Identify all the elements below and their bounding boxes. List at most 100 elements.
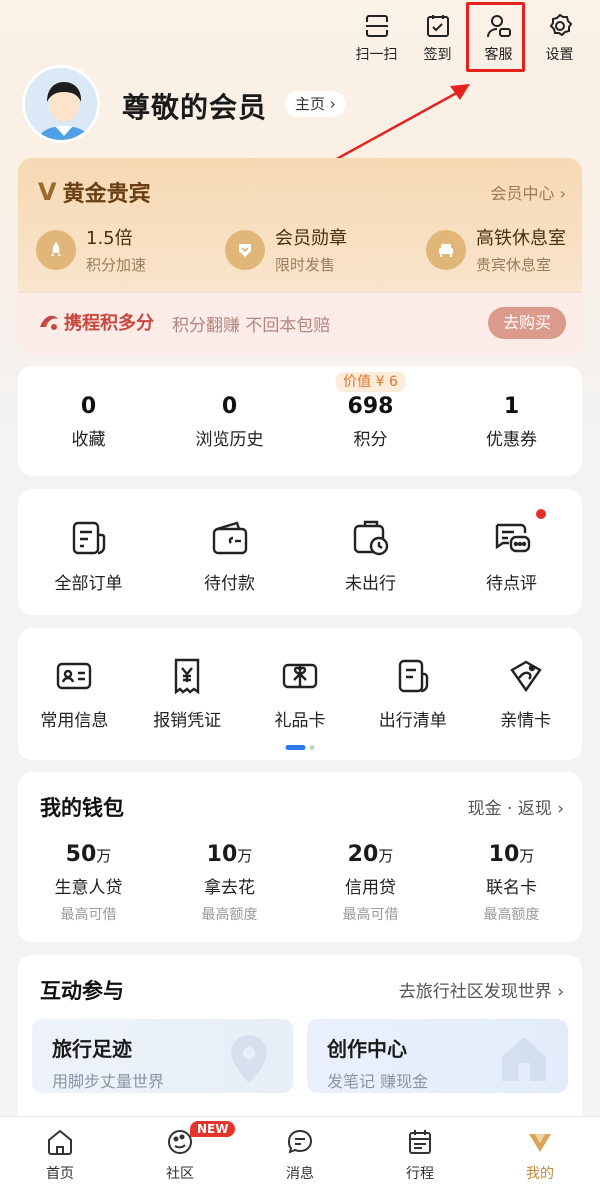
stat-points[interactable]: 价值 ¥ 6 698 积分: [300, 366, 441, 476]
stat-favorites[interactable]: 0 收藏: [18, 366, 159, 476]
perk-subtitle: 积分加速: [86, 256, 147, 274]
promo-brand: 携程积多分: [64, 313, 154, 334]
wallet-title: 我的钱包: [40, 796, 124, 820]
wallet-item-credit-loan[interactable]: 20万 信用贷 最高可借: [300, 842, 441, 924]
reimbursement-button[interactable]: 报销凭证: [131, 656, 244, 731]
wallet-desc: 最高可借: [342, 907, 399, 923]
wallet-item-naquhua[interactable]: 10万 拿去花 最高额度: [159, 842, 300, 924]
membership-level: V 黄金贵宾: [38, 176, 151, 208]
upcoming-trips-button[interactable]: 未出行: [300, 489, 441, 615]
settings-label: 设置: [545, 47, 574, 63]
pending-payment-button[interactable]: 待付款: [159, 489, 300, 615]
creator-center-card[interactable]: 创作中心 发笔记 赚现金: [307, 1019, 568, 1093]
perk-medal[interactable]: 会员勋章 限时发售: [225, 224, 347, 275]
points-value-badge: 价值 ¥ 6: [335, 372, 406, 392]
wallet-name: 联名卡: [486, 878, 537, 898]
homepage-button[interactable]: 主页 ›: [285, 91, 346, 117]
wallet-amount-value: 10: [206, 842, 238, 867]
settings-button[interactable]: 设置: [529, 8, 590, 68]
notification-dot: [536, 509, 546, 519]
tool-label: 亲情卡: [500, 711, 552, 731]
orders-card: 全部订单 待付款 未出行 待点评: [18, 489, 582, 615]
home-icon: [48, 1129, 72, 1155]
calendar-check-icon: [426, 15, 449, 37]
interact-cards: 旅行足迹 用脚步丈量世界 创作中心 发笔记 赚现金: [32, 1019, 568, 1093]
page-indicator-dot: [309, 745, 315, 750]
wallet-name: 信用贷: [345, 878, 396, 898]
family-card-button[interactable]: 亲情卡: [469, 656, 582, 731]
checkin-label: 签到: [423, 47, 452, 63]
buy-button[interactable]: 去购买: [488, 307, 566, 339]
interact-title: 互动参与: [40, 979, 124, 1003]
stat-value: 1: [503, 394, 520, 419]
perk-title: 高铁休息室: [475, 228, 566, 249]
promo-slogan: 积分翻赚 不回本包赔: [172, 316, 331, 336]
wallet-name: 拿去花: [204, 878, 255, 898]
customer-service-button[interactable]: 客服: [468, 8, 529, 68]
stat-label: 积分: [353, 430, 388, 450]
stat-label: 优惠券: [486, 430, 537, 450]
tab-mine[interactable]: 我的: [480, 1117, 600, 1188]
tool-label: 常用信息: [40, 711, 109, 731]
wallet-amount-unit: 万: [237, 847, 253, 865]
membership-card[interactable]: V 黄金贵宾 会员中心 › 1.5倍 积分加速 会员勋章 限时发售 高铁休息室 …: [18, 158, 582, 354]
gift-card-button[interactable]: 礼品卡: [244, 656, 357, 731]
wallet-amount-value: 50: [65, 842, 97, 867]
username: 尊敬的会员: [122, 91, 268, 124]
tab-label: 社区: [166, 1166, 194, 1182]
tab-community[interactable]: 社区 NEW: [120, 1117, 240, 1188]
interact-card: 互动参与 去旅行社区发现世界 › 旅行足迹 用脚步丈量世界 创作中心 发笔记 赚…: [18, 955, 582, 1135]
community-link[interactable]: 去旅行社区发现世界 ›: [399, 977, 564, 1002]
common-info-button[interactable]: 常用信息: [18, 656, 131, 731]
member-center-link[interactable]: 会员中心 ›: [491, 180, 567, 204]
stat-label: 收藏: [71, 430, 106, 450]
luggage-clock-icon: [353, 520, 388, 556]
customer-service-label: 客服: [484, 47, 513, 63]
itinerary-icon: [409, 1130, 431, 1154]
order-label: 全部订单: [54, 574, 123, 594]
ctrip-logo-icon: [40, 315, 58, 330]
stat-history[interactable]: 0 浏览历史: [159, 366, 300, 476]
receipt-icon: [174, 658, 200, 695]
perk-lounge[interactable]: 高铁休息室 贵宾休息室: [425, 224, 566, 275]
order-label: 待点评: [486, 574, 537, 594]
pending-review-button[interactable]: 待点评: [441, 489, 582, 615]
membership-level-label: 黄金贵宾: [62, 182, 151, 207]
travel-checklist-button[interactable]: 出行清单: [356, 656, 469, 731]
wallet-item-cobrand-card[interactable]: 10万 联名卡 最高额度: [441, 842, 582, 924]
tab-messages[interactable]: 消息: [240, 1117, 360, 1188]
scan-button[interactable]: 扫一扫: [346, 8, 407, 68]
wallet-desc: 最高可借: [60, 907, 117, 923]
tab-home[interactable]: 首页: [0, 1117, 120, 1188]
top-action-bar: 扫一扫 签到 客服 设置: [346, 8, 590, 68]
page-indicator-active: [285, 745, 306, 750]
page-indicator: [285, 745, 315, 750]
rocket-icon: [36, 229, 76, 270]
wallet-name: 生意人贷: [54, 878, 123, 898]
wallet-amount: 50万: [18, 842, 159, 867]
wallet-amount-value: 20: [347, 842, 379, 867]
wallet-amount-value: 10: [488, 842, 520, 867]
checkin-button[interactable]: 签到: [407, 8, 468, 68]
wallet-amount: 10万: [159, 842, 300, 867]
perk-points-boost[interactable]: 1.5倍 积分加速: [36, 224, 146, 275]
cash-rebate-link[interactable]: 现金 · 返现 ›: [468, 794, 564, 819]
id-card-icon: [57, 662, 92, 690]
order-list-icon: [72, 521, 105, 555]
avatar[interactable]: [22, 65, 100, 143]
stat-label: 浏览历史: [195, 430, 264, 450]
bottom-tab-bar: 首页 社区 NEW 消息 行程 我的: [0, 1116, 600, 1188]
stat-coupons[interactable]: 1 优惠券: [441, 366, 582, 476]
order-label: 待付款: [204, 574, 255, 594]
wallet-icon: [212, 521, 247, 555]
wallet-amount: 10万: [441, 842, 582, 867]
gift-card-icon: [282, 663, 318, 689]
wallet-item-business-loan[interactable]: 50万 生意人贷 最高可借: [18, 842, 159, 924]
points-promo-bar[interactable]: 携程积多分 积分翻赚 不回本包赔 去购买: [18, 292, 582, 354]
all-orders-button[interactable]: 全部订单: [18, 489, 159, 615]
map-pin-icon: [231, 1035, 267, 1083]
perk-subtitle: 限时发售: [275, 256, 336, 274]
tab-itinerary[interactable]: 行程: [360, 1117, 480, 1188]
new-badge: NEW: [190, 1121, 236, 1137]
travel-footprint-card[interactable]: 旅行足迹 用脚步丈量世界: [32, 1019, 293, 1093]
